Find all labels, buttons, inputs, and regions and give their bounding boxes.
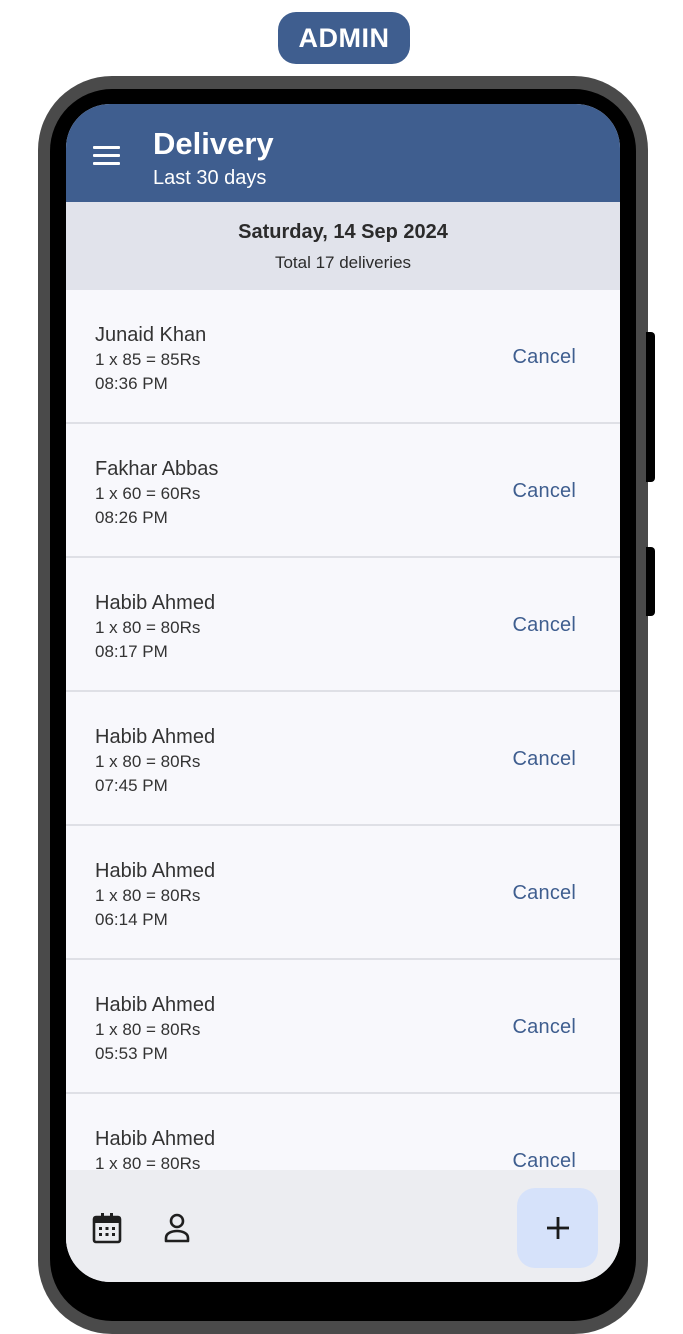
delivery-amount: 1 x 80 = 80Rs <box>95 1154 201 1170</box>
delivery-amount: 1 x 60 = 60Rs <box>95 484 201 503</box>
power-button <box>646 332 655 482</box>
customer-name: Habib Ahmed <box>95 1128 216 1150</box>
delivery-amount: 1 x 80 = 80Rs <box>95 1020 201 1039</box>
app-bar: Delivery Last 30 days <box>66 104 620 202</box>
delivery-amount: 1 x 80 = 80Rs <box>95 886 201 905</box>
menu-icon[interactable] <box>86 139 126 173</box>
customer-name: Junaid Khan <box>95 324 207 346</box>
delivery-row: Habib Ahmed 1 x 80 = 80Rs 08:17 PM Cance… <box>66 558 620 692</box>
delivery-row: Habib Ahmed 1 x 80 = 80Rs 07:45 PM Cance… <box>66 692 620 826</box>
delivery-row: Habib Ahmed 1 x 80 = 80Rs 05:53 PM Cance… <box>66 960 620 1094</box>
customer-name: Habib Ahmed <box>95 592 216 614</box>
delivery-amount: 1 x 85 = 85Rs <box>95 350 201 369</box>
section-total: Total 17 deliveries <box>274 253 412 272</box>
volume-button <box>646 547 655 616</box>
customer-name: Habib Ahmed <box>95 860 216 882</box>
add-delivery-button[interactable] <box>517 1188 598 1268</box>
person-icon[interactable] <box>162 1212 192 1244</box>
date-section-header: Saturday, 14 Sep 2024 Total 17 deliverie… <box>66 202 620 290</box>
calendar-icon[interactable] <box>92 1212 122 1244</box>
cancel-button[interactable]: Cancel <box>513 1150 576 1170</box>
delivery-time: 05:53 PM <box>95 1044 168 1063</box>
customer-name: Habib Ahmed <box>95 726 216 748</box>
delivery-amount: 1 x 80 = 80Rs <box>95 618 201 637</box>
customer-name: Habib Ahmed <box>95 994 216 1016</box>
plus-icon <box>546 1217 569 1239</box>
delivery-row: Fakhar Abbas 1 x 60 = 60Rs 08:26 PM Canc… <box>66 424 620 558</box>
phone-screen: Delivery Last 30 days Saturday, 14 Sep 2… <box>66 104 620 1282</box>
delivery-time: 08:17 PM <box>95 642 168 661</box>
cancel-button[interactable]: Cancel <box>513 346 576 369</box>
delivery-amount: 1 x 80 = 80Rs <box>95 752 201 771</box>
cancel-button[interactable]: Cancel <box>513 480 576 503</box>
bottom-bar <box>66 1170 620 1282</box>
delivery-row: Habib Ahmed 1 x 80 = 80Rs 06:14 PM Cance… <box>66 826 620 960</box>
section-date: Saturday, 14 Sep 2024 <box>238 221 448 243</box>
page-title: Delivery <box>153 126 274 161</box>
admin-badge: ADMIN <box>278 12 410 64</box>
delivery-time: 08:36 PM <box>95 374 168 393</box>
page-subtitle: Last 30 days <box>153 167 267 189</box>
delivery-row: Junaid Khan 1 x 85 = 85Rs 08:36 PM Cance… <box>66 290 620 424</box>
cancel-button[interactable]: Cancel <box>513 1016 576 1039</box>
delivery-time: 08:26 PM <box>95 508 168 527</box>
cancel-button[interactable]: Cancel <box>513 748 576 771</box>
delivery-time: 07:45 PM <box>95 776 168 795</box>
delivery-time: 06:14 PM <box>95 910 168 929</box>
cancel-button[interactable]: Cancel <box>513 882 576 905</box>
customer-name: Fakhar Abbas <box>95 458 219 480</box>
cancel-button[interactable]: Cancel <box>513 614 576 637</box>
delivery-row: Habib Ahmed 1 x 80 = 80Rs Cancel <box>66 1094 620 1170</box>
delivery-list: Junaid Khan 1 x 85 = 85Rs 08:36 PM Cance… <box>66 290 620 1170</box>
